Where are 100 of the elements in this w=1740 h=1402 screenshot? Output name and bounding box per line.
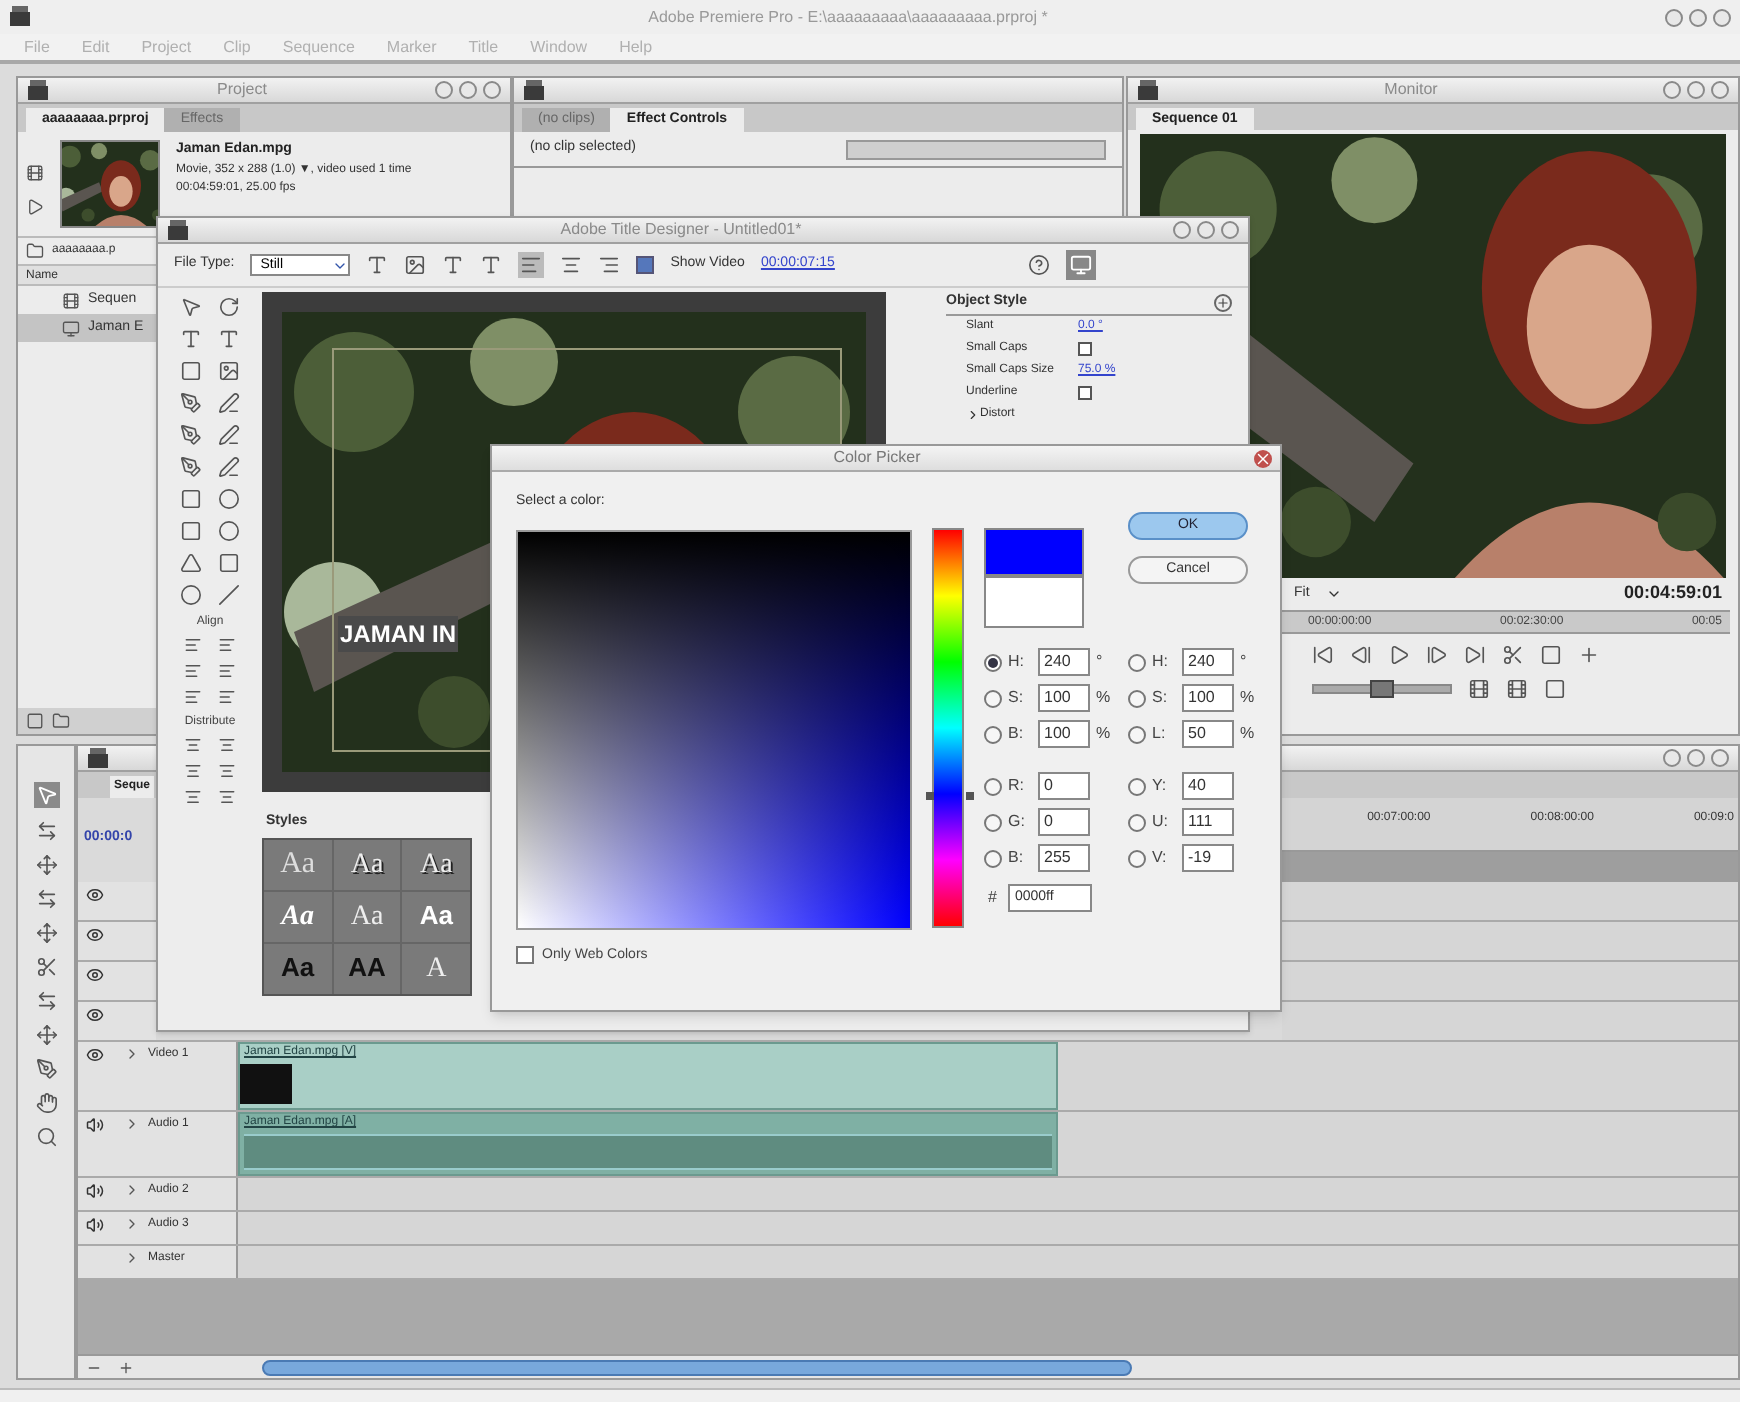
zoom-icon[interactable] — [35, 1126, 57, 1148]
align-right-icon[interactable] — [598, 254, 621, 276]
window-buttons-icon[interactable] — [1662, 748, 1730, 768]
slide-icon[interactable] — [35, 1024, 57, 1046]
speaker-icon[interactable] — [86, 1116, 104, 1134]
expand-icon[interactable] — [124, 1116, 140, 1132]
style-swatch[interactable]: A — [402, 943, 470, 993]
radio-button[interactable] — [984, 813, 1002, 831]
value-field[interactable]: 100 — [1038, 720, 1090, 748]
step-back-icon[interactable] — [1312, 643, 1334, 665]
show-video-checkbox[interactable] — [636, 256, 655, 274]
square-icon[interactable] — [180, 360, 202, 382]
align-left-icon[interactable] — [520, 254, 543, 276]
list-view-icon[interactable] — [26, 712, 44, 730]
square-icon[interactable] — [180, 488, 202, 510]
value-field[interactable]: 40 — [1182, 772, 1234, 800]
zoom-in-icon[interactable] — [118, 1359, 134, 1375]
align-icon[interactable] — [218, 662, 236, 680]
hue-slider-thumb[interactable] — [926, 791, 974, 800]
align-icon[interactable] — [184, 636, 202, 654]
window-buttons-icon[interactable] — [434, 80, 502, 100]
play-icon[interactable] — [26, 198, 44, 216]
pen-icon[interactable] — [180, 392, 202, 414]
film-icon[interactable] — [26, 164, 44, 182]
value-field[interactable]: 111 — [1182, 808, 1234, 836]
radio-button[interactable] — [1128, 725, 1146, 743]
hand-icon[interactable] — [35, 1092, 57, 1114]
bin-icon[interactable] — [52, 712, 70, 730]
circle-icon[interactable] — [218, 488, 240, 510]
ripple-edit-icon[interactable] — [35, 888, 57, 910]
value-field[interactable]: 50 — [1182, 720, 1234, 748]
track-select-icon[interactable] — [35, 820, 57, 842]
step-forward-icon[interactable] — [1426, 643, 1448, 665]
pen-icon[interactable] — [35, 1058, 57, 1080]
grid-icon[interactable] — [1544, 677, 1566, 699]
type-icon[interactable] — [218, 328, 240, 350]
safe-margins-icon[interactable] — [1540, 643, 1562, 665]
value-field[interactable]: 240 — [1038, 648, 1090, 676]
eye-icon[interactable] — [86, 966, 104, 984]
value-field[interactable]: 0 — [1038, 808, 1090, 836]
value-field[interactable]: 255 — [1038, 844, 1090, 872]
expand-icon[interactable] — [124, 1216, 140, 1232]
rotate-icon[interactable] — [218, 296, 240, 318]
square-icon[interactable] — [180, 520, 202, 542]
step-back-icon[interactable] — [1350, 643, 1372, 665]
eye-icon[interactable] — [86, 1006, 104, 1024]
triangle-icon[interactable] — [180, 552, 202, 574]
value-field[interactable]: 100 — [1038, 684, 1090, 712]
help-icon[interactable] — [1028, 254, 1050, 276]
style-swatch[interactable]: Aa — [333, 891, 401, 941]
monitor-icon[interactable] — [1070, 254, 1092, 276]
panel-menu-icon[interactable] — [1214, 294, 1232, 312]
align-icon[interactable] — [184, 662, 202, 680]
radio-button[interactable] — [984, 777, 1002, 795]
speaker-icon[interactable] — [86, 1216, 104, 1234]
expand-icon[interactable] — [966, 408, 980, 422]
distribute-icon[interactable] — [184, 762, 202, 780]
razor-icon[interactable] — [35, 956, 57, 978]
checkbox[interactable] — [516, 946, 534, 965]
play-icon[interactable] — [1388, 643, 1410, 665]
plus-icon[interactable] — [1578, 643, 1600, 665]
film-icon[interactable] — [1468, 677, 1490, 699]
radio-button[interactable] — [1128, 689, 1146, 707]
radio-button[interactable] — [984, 725, 1002, 743]
expand-icon[interactable] — [124, 1046, 140, 1062]
window-buttons-icon[interactable] — [1172, 220, 1240, 240]
pen-line-icon[interactable] — [218, 424, 240, 446]
property-checkbox[interactable] — [1078, 386, 1092, 400]
style-swatch[interactable]: Aa — [264, 891, 332, 941]
pen-line-icon[interactable] — [218, 392, 240, 414]
align-icon[interactable] — [184, 688, 202, 706]
value-field[interactable]: 100 — [1182, 684, 1234, 712]
radio-button[interactable] — [984, 689, 1002, 707]
distribute-icon[interactable] — [184, 736, 202, 754]
circle-icon[interactable] — [218, 520, 240, 542]
line-icon[interactable] — [218, 584, 240, 606]
square-icon[interactable] — [218, 552, 240, 574]
radio-button[interactable] — [1128, 813, 1146, 831]
slip-icon[interactable] — [35, 990, 57, 1012]
rate-stretch-icon[interactable] — [35, 922, 57, 944]
style-swatch[interactable]: Aa — [402, 891, 470, 941]
style-swatch[interactable]: Aa — [264, 943, 332, 993]
font-size-icon[interactable] — [480, 254, 503, 276]
speaker-icon[interactable] — [86, 1182, 104, 1200]
align-center-icon[interactable] — [560, 254, 583, 276]
distribute-icon[interactable] — [218, 762, 236, 780]
radio-button[interactable] — [1128, 849, 1146, 867]
color-field[interactable] — [516, 529, 912, 929]
value-field[interactable]: -19 — [1182, 844, 1234, 872]
selection-tool-icon[interactable] — [180, 296, 202, 318]
window-buttons-icon[interactable] — [1664, 7, 1732, 27]
distribute-icon[interactable] — [184, 788, 202, 806]
style-swatch[interactable]: Aa — [402, 839, 470, 889]
align-icon[interactable] — [218, 636, 236, 654]
film-icon[interactable] — [1506, 677, 1528, 699]
property-checkbox[interactable] — [1078, 342, 1092, 356]
style-swatch[interactable]: AA — [333, 943, 401, 993]
circle-icon[interactable] — [180, 584, 202, 606]
distribute-icon[interactable] — [218, 736, 236, 754]
skip-forward-icon[interactable] — [1464, 643, 1486, 665]
